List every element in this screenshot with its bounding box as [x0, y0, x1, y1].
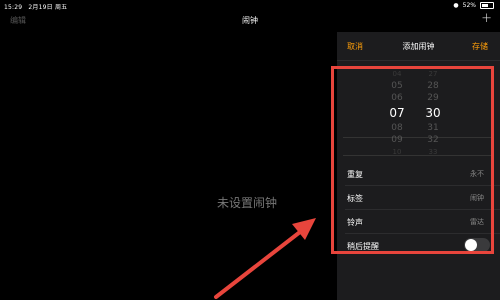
- annotation-arrow: [214, 218, 316, 299]
- clock-app-screen: 15:29 2月19日 周五 ● 52% 编辑 闹钟 + 未设置闹钟 取消 添加…: [0, 0, 500, 300]
- arrow-shaft: [214, 230, 302, 299]
